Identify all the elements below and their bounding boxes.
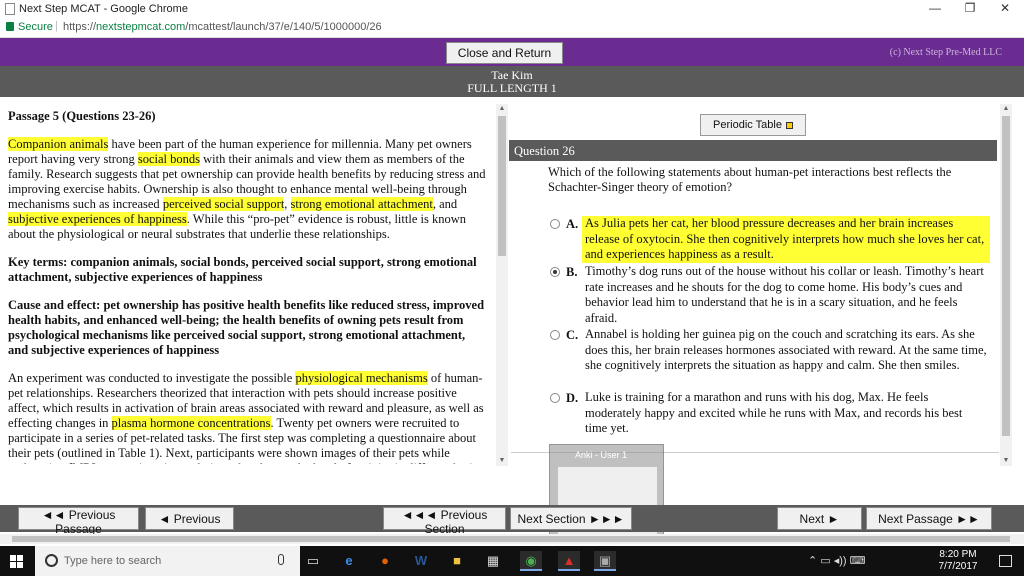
next-passage-button[interactable]: Next Passage ►► <box>866 507 992 530</box>
question-stem: Which of the following statements about … <box>548 165 952 194</box>
choice-text[interactable]: As Julia pets her cat, her blood pressur… <box>582 216 990 263</box>
horizontal-scroll-thumb[interactable] <box>12 536 1010 542</box>
question-scrollbar[interactable]: ▲ ▼ <box>1000 104 1012 466</box>
clock-date: 7/7/2017 <box>938 561 978 572</box>
chrome-icon[interactable]: ◉ <box>520 551 542 571</box>
taskbar-search-box[interactable]: Type here to search <box>35 546 300 576</box>
scroll-down-arrow-icon[interactable]: ▼ <box>496 456 508 466</box>
window-title: Next Step MCAT - Google Chrome <box>19 3 188 15</box>
url-path: /mcattest/launch/37/e/140/5/1000000/26 <box>185 21 382 33</box>
question-scroll-thumb[interactable] <box>1002 116 1010 436</box>
highlighted-phrase: social bonds <box>137 152 200 166</box>
cause-and-effect: Cause and effect: pet ownership has posi… <box>8 298 485 357</box>
close-window-button[interactable]: ✕ <box>990 1 1020 17</box>
restore-button[interactable]: ❐ <box>955 1 985 17</box>
choice-letter: D. <box>566 391 579 405</box>
page-icon <box>5 3 15 15</box>
choice-b[interactable]: B. Timothy’s dog runs out of the house w… <box>550 264 990 326</box>
exam-info-bar: Tae Kim FULL LENGTH 1 <box>0 66 1024 97</box>
scroll-up-arrow-icon[interactable]: ▲ <box>496 104 508 114</box>
periodic-table-label: Periodic Table <box>713 119 782 131</box>
file-explorer-icon[interactable]: ■ <box>446 551 468 571</box>
choice-text[interactable]: Annabel is holding her guinea pig on the… <box>582 327 990 374</box>
minimize-button[interactable]: — <box>920 1 950 17</box>
radio-a[interactable] <box>550 219 560 229</box>
action-center-icon[interactable] <box>999 555 1012 567</box>
clock-time: 8:20 PM <box>939 549 977 560</box>
choice-letter: B. <box>566 265 578 279</box>
choice-a[interactable]: A. As Julia pets her cat, her blood pres… <box>550 216 990 263</box>
url-host: nextstepmcat.com <box>96 21 186 33</box>
close-and-return-button[interactable]: Close and Return <box>446 42 563 64</box>
next-button[interactable]: Next ► <box>777 507 862 530</box>
choice-letter: A. <box>566 217 579 231</box>
passage-paragraph-1[interactable]: Companion animals have been part of the … <box>8 137 486 242</box>
url-text[interactable]: https://nextstepmcat.com/mcattest/launch… <box>63 21 382 33</box>
highlighted-phrase: perceived social support <box>162 197 285 211</box>
radio-b-selected[interactable] <box>550 267 560 277</box>
address-separator: | <box>55 20 58 32</box>
choice-letter: C. <box>566 328 579 342</box>
highlighted-phrase: plasma hormone concentrations <box>111 416 271 430</box>
choice-c[interactable]: C. Annabel is holding her guinea pig on … <box>550 327 990 374</box>
previous-button[interactable]: ◄ Previous <box>145 507 234 530</box>
edge-icon[interactable]: e <box>338 551 360 571</box>
passage-text: , <box>284 197 291 211</box>
periodic-table-icon <box>785 122 793 129</box>
secure-label: Secure <box>18 21 53 33</box>
cortana-icon <box>45 554 58 567</box>
passage-text: An experiment was conducted to investiga… <box>8 371 296 385</box>
anki-preview-title: Anki - User 1 <box>575 450 628 460</box>
choice-text[interactable]: Luke is training for a marathon and runs… <box>582 390 990 437</box>
lock-icon <box>6 22 14 31</box>
search-placeholder: Type here to search <box>64 555 162 567</box>
passage-scroll-thumb[interactable] <box>498 116 506 256</box>
copyright-text: (c) Next Step Pre-Med LLC <box>889 47 1002 58</box>
highlighted-phrase: subjective experiences of happiness <box>8 212 187 226</box>
passage-scrollbar[interactable]: ▲ ▼ <box>496 104 508 466</box>
scroll-down-arrow-icon[interactable]: ▼ <box>1000 456 1012 466</box>
word-icon[interactable]: W <box>410 551 432 571</box>
periodic-table-button[interactable]: Periodic Table <box>700 114 806 136</box>
choice-text[interactable]: Timothy’s dog runs out of the house with… <box>582 264 990 326</box>
browser-title-bar: Next Step MCAT - Google Chrome — ❐ ✕ <box>0 0 1024 18</box>
windows-taskbar: Type here to search ▭ e ● W ■ ▦ ◉ ▲ ▣ ⌃ … <box>0 546 1024 576</box>
url-scheme: https:// <box>63 21 97 33</box>
microphone-icon[interactable] <box>278 554 284 565</box>
address-bar[interactable]: Secure | https://nextstepmcat.com/mcatte… <box>0 18 1024 38</box>
passage-pane: Passage 5 (Questions 23-26) Companion an… <box>0 100 494 464</box>
highlighted-phrase: strong emotional attachment <box>290 197 433 211</box>
choice-d[interactable]: D. Luke is training for a marathon and r… <box>550 390 990 437</box>
question-header: Question 26 <box>509 140 997 161</box>
passage-title: Passage 5 (Questions 23-26) <box>8 109 156 123</box>
anki-icon[interactable]: ▣ <box>594 551 616 571</box>
key-terms: Key terms: companion animals, social bon… <box>8 255 477 284</box>
windows-start-icon[interactable] <box>10 555 23 568</box>
scroll-up-arrow-icon[interactable]: ▲ <box>1000 104 1012 114</box>
taskbar-clock[interactable]: 8:20 PM 7/7/2017 <box>928 549 988 573</box>
store-icon[interactable]: ▦ <box>482 551 504 571</box>
exam-name: FULL LENGTH 1 <box>467 81 557 95</box>
previous-passage-button[interactable]: ◄◄ Previous Passage <box>18 507 139 536</box>
system-tray-icons[interactable]: ⌃ ▭ ◂)) ⌨ <box>808 554 866 567</box>
next-section-button[interactable]: Next Section ►►► <box>510 507 632 530</box>
firefox-icon[interactable]: ● <box>374 551 396 571</box>
highlighted-phrase: physiological mechanisms <box>295 371 428 385</box>
highlighted-phrase: Companion animals <box>8 137 109 151</box>
acrobat-icon[interactable]: ▲ <box>558 551 580 571</box>
radio-d[interactable] <box>550 393 560 403</box>
page-horizontal-scrollbar[interactable] <box>0 534 1024 544</box>
radio-c[interactable] <box>550 330 560 340</box>
task-view-icon[interactable]: ▭ <box>302 551 324 571</box>
previous-section-button[interactable]: ◄◄◄ Previous Section <box>383 507 506 536</box>
passage-paragraph-2[interactable]: An experiment was conducted to investiga… <box>8 371 486 464</box>
passage-text: , and <box>432 197 458 211</box>
